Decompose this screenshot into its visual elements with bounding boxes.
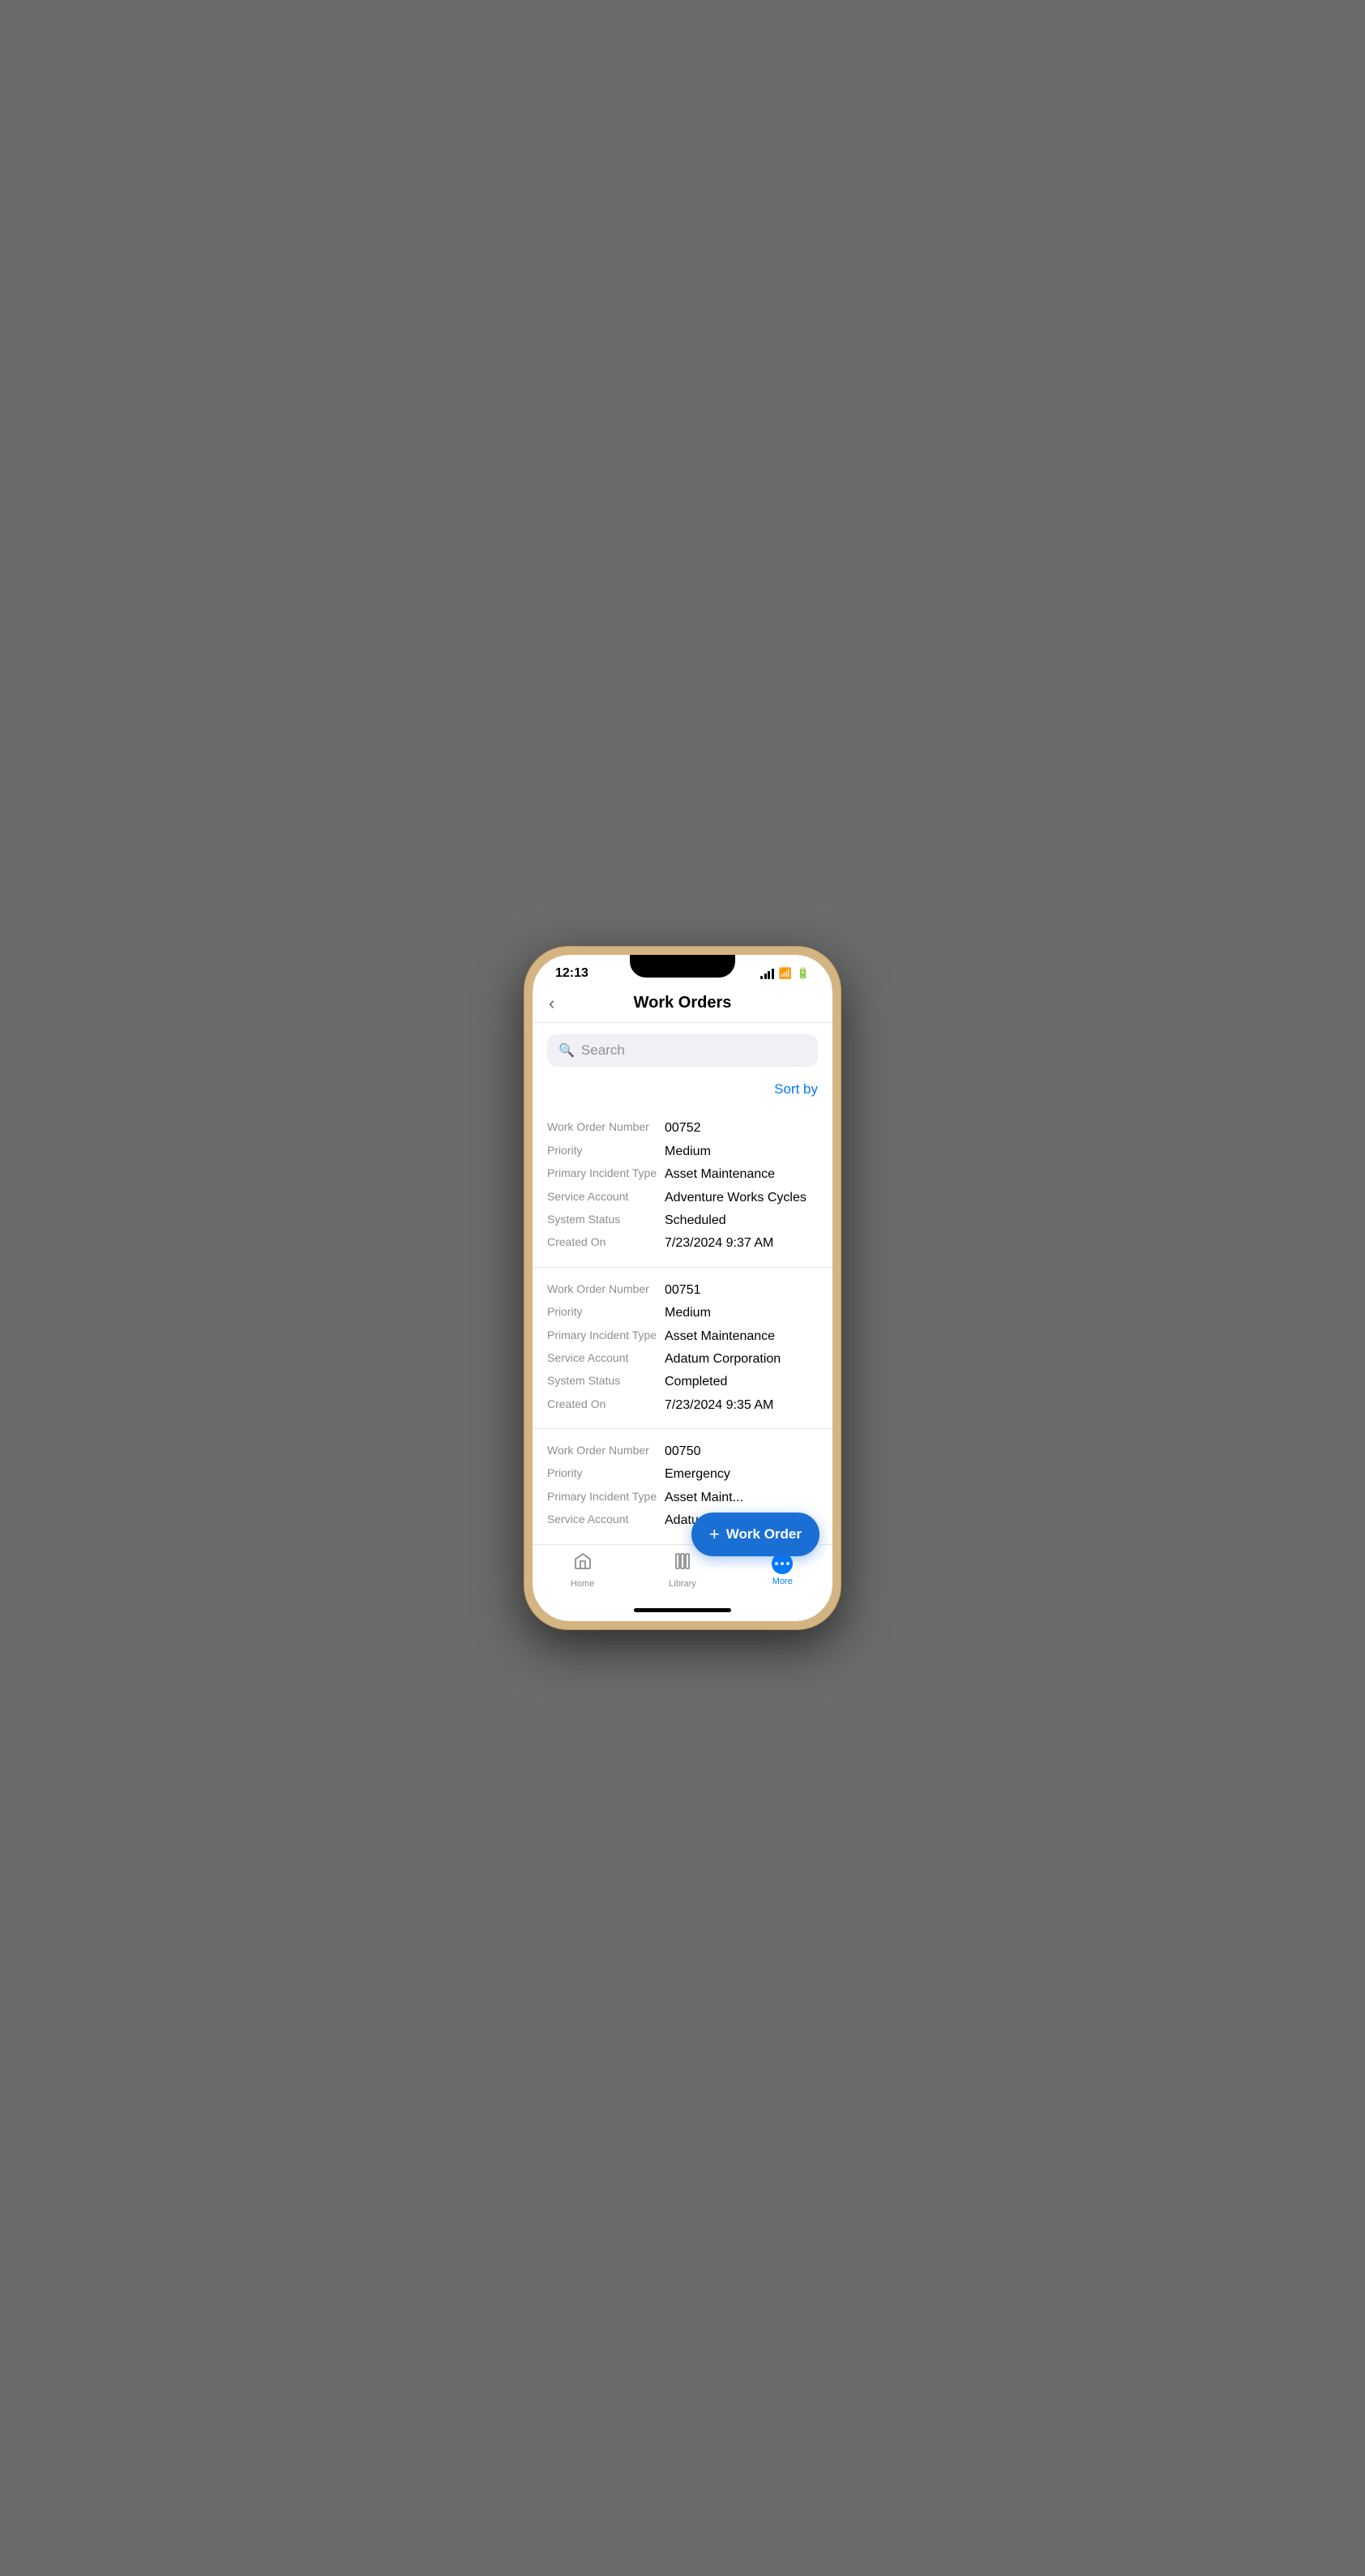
table-row: Created On 7/23/2024 9:37 AM [547,1232,818,1255]
field-value: Medium [665,1143,711,1161]
field-value: Adatum Corporation [665,1350,781,1368]
search-input[interactable]: Search [581,1042,625,1059]
table-row: Work Order Number 00752 [547,1117,818,1140]
field-value: Medium [665,1304,711,1322]
signal-icon [760,968,774,979]
tab-more[interactable]: More [754,1553,811,1586]
field-label: Service Account [547,1350,665,1368]
wifi-icon: 📶 [779,967,792,980]
notch [630,955,735,978]
field-label: Created On [547,1397,665,1414]
sort-container: Sort by [533,1078,832,1106]
create-work-order-button[interactable]: + Work Order [691,1513,819,1556]
work-order-card-2[interactable]: Work Order Number 00751 Priority Medium … [533,1268,832,1429]
field-label: Work Order Number [547,1119,665,1137]
table-row: Primary Incident Type Asset Maint... [547,1487,818,1509]
phone-frame: 12:13 📶 🔋 ‹ Work Orders [524,947,841,1628]
plus-icon: + [709,1524,720,1545]
table-row: Priority Emergency [547,1463,818,1486]
back-icon: ‹ [549,993,554,1014]
table-row: Primary Incident Type Asset Maintenance [547,1325,818,1348]
field-value: 7/23/2024 9:37 AM [665,1235,773,1252]
field-label: Priority [547,1143,665,1161]
field-label: Primary Incident Type [547,1166,665,1183]
field-value: Scheduled [665,1212,726,1230]
tab-home-label: Home [571,1579,594,1589]
screen-content: 12:13 📶 🔋 ‹ Work Orders [533,955,832,1620]
field-label: Work Order Number [547,1282,665,1299]
search-bar[interactable]: 🔍 Search [547,1034,818,1067]
library-icon [673,1551,692,1577]
status-icons: 📶 🔋 [760,967,810,980]
field-value: Completed [665,1373,727,1391]
table-row: Work Order Number 00751 [547,1279,818,1302]
field-value: 00752 [665,1119,701,1137]
field-value: Asset Maint... [665,1489,743,1507]
field-value: 00751 [665,1282,701,1299]
field-value: Asset Maintenance [665,1166,775,1183]
battery-icon: 🔋 [797,967,810,980]
field-label: Service Account [547,1189,665,1207]
field-label: Work Order Number [547,1443,665,1461]
page-title: Work Orders [634,994,732,1012]
field-label: Created On [547,1235,665,1252]
header: ‹ Work Orders [533,986,832,1023]
table-row: Priority Medium [547,1302,818,1324]
phone-screen: 12:13 📶 🔋 ‹ Work Orders [533,955,832,1620]
search-icon: 🔍 [558,1042,575,1059]
field-value: Asset Maintenance [665,1328,775,1346]
table-row: Created On 7/23/2024 9:35 AM [547,1394,818,1417]
fab-label: Work Order [726,1526,802,1543]
tab-library[interactable]: Library [654,1551,711,1589]
work-order-card-1[interactable]: Work Order Number 00752 Priority Medium … [533,1106,832,1267]
field-label: Primary Incident Type [547,1489,665,1507]
tab-home[interactable]: Home [554,1551,611,1589]
table-row: Primary Incident Type Asset Maintenance [547,1163,818,1186]
field-value: 7/23/2024 9:35 AM [665,1397,773,1414]
table-row: Service Account Adventure Works Cycles [547,1187,818,1209]
more-icon [772,1553,793,1574]
field-value: 00750 [665,1443,701,1461]
field-label: System Status [547,1373,665,1391]
search-container: 🔍 Search [533,1023,832,1078]
work-orders-list: Work Order Number 00752 Priority Medium … [533,1106,832,1543]
home-icon [573,1551,593,1577]
tab-more-label: More [772,1577,793,1586]
field-value: Emergency [665,1466,730,1483]
home-bar [634,1608,731,1612]
status-time: 12:13 [555,966,588,981]
field-label: Priority [547,1304,665,1322]
home-indicator [533,1605,832,1621]
sort-by-button[interactable]: Sort by [774,1081,818,1098]
field-label: Service Account [547,1512,665,1530]
field-label: Primary Incident Type [547,1328,665,1346]
tab-library-label: Library [669,1579,696,1589]
table-row: System Status Scheduled [547,1209,818,1232]
table-row: Service Account Adatum Corporation [547,1348,818,1371]
fab-container: + Work Order [691,1513,819,1556]
field-label: System Status [547,1212,665,1230]
table-row: Work Order Number 00750 [547,1440,818,1463]
table-row: System Status Completed [547,1371,818,1393]
field-label: Priority [547,1466,665,1483]
field-value: Adventure Works Cycles [665,1189,807,1207]
table-row: Priority Medium [547,1140,818,1163]
back-button[interactable]: ‹ [549,993,554,1014]
